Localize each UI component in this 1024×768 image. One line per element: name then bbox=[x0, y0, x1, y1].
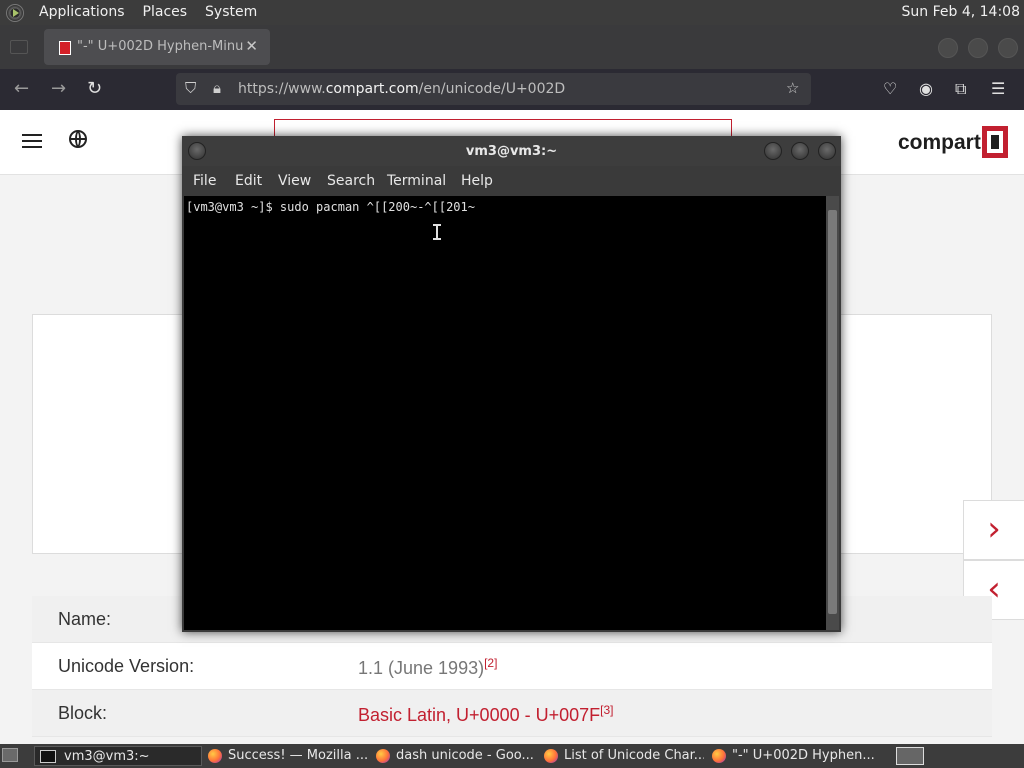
workspace-switcher[interactable] bbox=[896, 747, 924, 765]
firefox-icon bbox=[544, 748, 558, 763]
row-label: Unicode Version: bbox=[58, 656, 195, 676]
menu-places[interactable]: Places bbox=[134, 0, 197, 25]
taskbar-item-label: Success! — Mozilla ... bbox=[228, 748, 368, 763]
url-text[interactable]: https://www.compart.com/en/unicode/U+002… bbox=[238, 81, 565, 97]
pocket-icon[interactable]: ♡ bbox=[883, 79, 897, 99]
url-domain: compart.com bbox=[325, 81, 419, 97]
row-value-wrap: Basic Latin, U+0000 - U+007F[3] bbox=[358, 703, 613, 726]
compart-logo[interactable]: compart bbox=[898, 131, 981, 155]
firefox-icon bbox=[376, 748, 390, 763]
browser-tab-bar: "-" U+002D Hyphen-Minus ✕ bbox=[0, 25, 1024, 69]
show-desktop-icon[interactable] bbox=[2, 748, 18, 762]
footnote-link[interactable]: [2] bbox=[484, 656, 497, 670]
firefox-icon bbox=[208, 748, 222, 763]
bottom-taskbar: vm3@vm3:~ Success! — Mozilla ... dash un… bbox=[0, 744, 1024, 768]
terminal-close-button[interactable] bbox=[818, 142, 836, 160]
table-row: Block: Basic Latin, U+0000 - U+007F[3] bbox=[32, 690, 992, 737]
terminal-menubar: File Edit View Search Terminal Help bbox=[182, 166, 841, 196]
terminal-title: vm3@vm3:~ bbox=[465, 144, 558, 159]
menu-system[interactable]: System bbox=[196, 0, 266, 25]
panel-clock[interactable]: Sun Feb 4, 14:08 bbox=[902, 0, 1020, 25]
tab-title: "-" U+002D Hyphen-Minus bbox=[77, 39, 243, 54]
terminal-icon bbox=[40, 750, 56, 763]
taskbar-item-firefox[interactable]: dash unicode - Goo... bbox=[370, 746, 536, 766]
terminal-menu-file[interactable]: File bbox=[193, 173, 216, 189]
tab-compart[interactable]: "-" U+002D Hyphen-Minus ✕ bbox=[44, 29, 270, 65]
row-value: 1.1 (June 1993) bbox=[358, 658, 485, 678]
row-value-wrap: 1.1 (June 1993)[2] bbox=[358, 656, 497, 679]
hamburger-menu-icon[interactable] bbox=[22, 134, 42, 148]
taskbar-item-label: List of Unicode Char... bbox=[564, 748, 704, 763]
terminal-menu-search[interactable]: Search bbox=[327, 173, 375, 189]
language-globe-icon[interactable] bbox=[69, 130, 87, 148]
terminal-menu-terminal[interactable]: Terminal bbox=[387, 173, 446, 189]
taskbar-item-label: "-" U+002D Hyphen... bbox=[732, 748, 875, 763]
tab-close-icon[interactable]: ✕ bbox=[245, 37, 258, 55]
row-label: Name: bbox=[58, 609, 112, 629]
row-label: Block: bbox=[58, 703, 108, 723]
terminal-maximize-button[interactable] bbox=[791, 142, 809, 160]
bookmark-star-icon[interactable]: ☆ bbox=[786, 79, 799, 97]
compart-logo-mark-icon[interactable] bbox=[982, 126, 1008, 158]
reload-icon[interactable]: ↻ bbox=[87, 79, 102, 99]
back-arrow-icon[interactable]: ← bbox=[14, 79, 29, 99]
terminal-command-line: [vm3@vm3 ~]$ sudo pacman ^[[200~-^[[201~ bbox=[186, 200, 475, 214]
window-close-button[interactable] bbox=[998, 38, 1018, 58]
forward-arrow-icon[interactable]: → bbox=[51, 79, 66, 99]
app-menu-icon[interactable]: ☰ bbox=[991, 79, 1005, 99]
next-character-arrow-icon[interactable]: › bbox=[963, 500, 1024, 560]
terminal-scrollbar[interactable] bbox=[826, 196, 839, 630]
taskbar-item-firefox[interactable]: List of Unicode Char... bbox=[538, 746, 704, 766]
url-prefix: https://www. bbox=[238, 81, 326, 97]
terminal-window[interactable]: vm3@vm3:~ File Edit View Search Terminal… bbox=[182, 136, 841, 632]
tab-list-icon[interactable] bbox=[10, 40, 28, 54]
terminal-minimize-button[interactable] bbox=[764, 142, 782, 160]
taskbar-item-label: dash unicode - Goo... bbox=[396, 748, 534, 763]
distro-logo-icon[interactable] bbox=[6, 3, 24, 22]
menu-applications[interactable]: Applications bbox=[30, 0, 134, 25]
url-path: /en/unicode/U+002D bbox=[418, 81, 566, 97]
shield-icon[interactable]: ⛉ bbox=[185, 79, 196, 97]
taskbar-item-firefox[interactable]: Success! — Mozilla ... bbox=[202, 746, 368, 766]
window-maximize-button[interactable] bbox=[968, 38, 988, 58]
compart-favicon-icon bbox=[59, 41, 71, 55]
window-minimize-button[interactable] bbox=[938, 38, 958, 58]
account-icon[interactable]: ◉ bbox=[919, 79, 933, 99]
taskbar-item-terminal[interactable]: vm3@vm3:~ bbox=[34, 746, 202, 766]
terminal-menu-edit[interactable]: Edit bbox=[235, 173, 262, 189]
table-row: Unicode Version: 1.1 (June 1993)[2] bbox=[32, 643, 992, 690]
browser-nav-bar: ← → ↻ ⛉ 🔒︎ https://www.compart.com/en/un… bbox=[0, 69, 1024, 110]
footnote-link[interactable]: [3] bbox=[600, 703, 613, 717]
extensions-icon[interactable]: ⧉ bbox=[955, 79, 966, 99]
taskbar-item-label: vm3@vm3:~ bbox=[64, 749, 150, 764]
text-cursor-icon bbox=[433, 224, 441, 240]
taskbar-item-firefox[interactable]: "-" U+002D Hyphen... bbox=[706, 746, 878, 766]
top-panel: Applications Places System Sun Feb 4, 14… bbox=[0, 0, 1024, 25]
terminal-titlebar[interactable]: vm3@vm3:~ bbox=[182, 136, 841, 166]
lock-icon[interactable]: 🔒︎ bbox=[213, 79, 221, 97]
terminal-menu-help[interactable]: Help bbox=[461, 173, 493, 189]
block-link[interactable]: Basic Latin, U+0000 - U+007F bbox=[358, 705, 600, 725]
terminal-scrollbar-thumb[interactable] bbox=[828, 210, 837, 614]
terminal-menu-view[interactable]: View bbox=[278, 173, 311, 189]
firefox-icon bbox=[712, 748, 726, 763]
terminal-output[interactable]: [vm3@vm3 ~]$ sudo pacman ^[[200~-^[[201~ bbox=[184, 196, 826, 630]
url-bar[interactable]: ⛉ 🔒︎ https://www.compart.com/en/unicode/… bbox=[176, 73, 811, 105]
